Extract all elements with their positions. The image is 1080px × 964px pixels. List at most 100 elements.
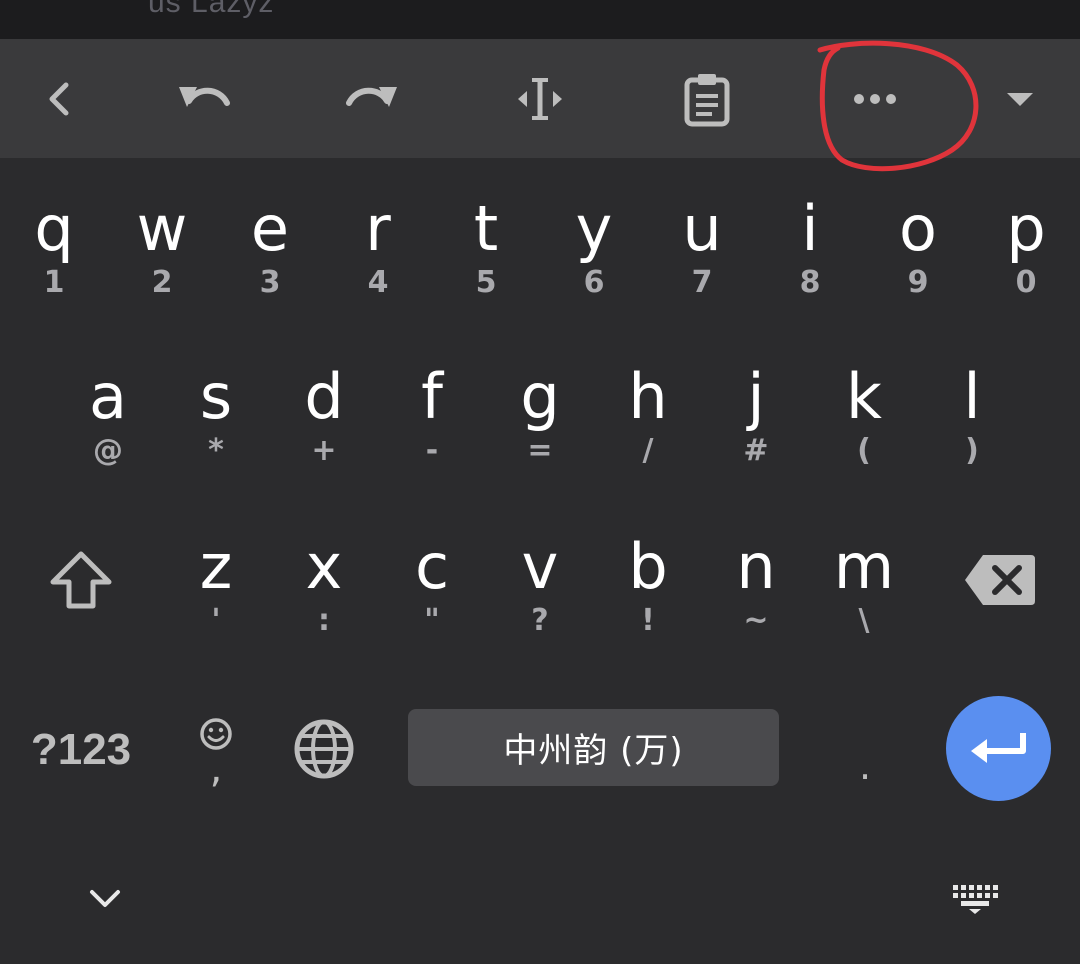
back-button[interactable]	[20, 39, 100, 158]
key-hint-label: (	[857, 433, 871, 468]
key-main-label: w	[136, 192, 188, 265]
key-f[interactable]: f -	[404, 366, 460, 466]
chevron-down-icon	[90, 890, 120, 907]
key-j[interactable]: j #	[728, 366, 784, 466]
key-hint-label: 6	[583, 265, 605, 300]
globe-icon	[294, 719, 354, 779]
keyboard-screen: us Lazyz q 1 w 2 e 3 r 4 t 5 y 6 u 7 i 8…	[0, 0, 1080, 964]
more-options-button[interactable]	[830, 39, 920, 158]
key-main-label: d	[304, 360, 344, 433]
redo-icon	[346, 86, 397, 107]
key-hint-label: 7	[691, 265, 713, 300]
language-switch-key[interactable]	[290, 715, 358, 783]
key-h[interactable]: h /	[620, 366, 676, 466]
hide-keyboard-button[interactable]	[80, 876, 130, 920]
clipboard-button[interactable]	[662, 39, 752, 158]
emoji-comma-key[interactable]: ,	[188, 706, 244, 798]
key-main-label: c	[414, 530, 450, 603]
partial-text: us Lazyz	[148, 0, 275, 19]
key-m[interactable]: m \	[828, 536, 900, 636]
key-v[interactable]: v ?	[512, 536, 568, 636]
key-main-label: v	[521, 530, 559, 603]
key-o[interactable]: o 9	[890, 198, 946, 298]
key-q[interactable]: q 1	[26, 198, 82, 298]
keyboard-icon	[953, 885, 998, 914]
collapse-toolbar-button[interactable]	[985, 39, 1055, 158]
key-main-label: k	[846, 360, 882, 433]
key-n[interactable]: n ~	[728, 536, 784, 636]
key-hint-label: \	[858, 603, 870, 638]
key-main-label: z	[199, 530, 233, 603]
key-main-label: f	[421, 360, 443, 433]
app-text-strip: us Lazyz	[0, 0, 1080, 39]
key-hint-label: !	[641, 603, 655, 638]
key-main-label: e	[250, 192, 290, 265]
key-k[interactable]: k (	[836, 366, 892, 466]
key-main-label: j	[747, 360, 765, 433]
key-r[interactable]: r 4	[350, 198, 406, 298]
key-y[interactable]: y 6	[566, 198, 622, 298]
key-hint-label: )	[965, 433, 979, 468]
key-main-label: p	[1006, 192, 1046, 265]
undo-button[interactable]	[160, 39, 250, 158]
key-i[interactable]: i 8	[782, 198, 838, 298]
key-w[interactable]: w 2	[130, 198, 194, 298]
key-s[interactable]: s *	[188, 366, 244, 466]
key-main-label: u	[682, 192, 722, 265]
space-bar[interactable]: 中州韵 (万)	[408, 709, 779, 786]
key-hint-label: +	[311, 433, 337, 468]
key-main-label: g	[520, 360, 560, 433]
switch-keyboard-button[interactable]	[946, 876, 1004, 920]
comma-label: ,	[209, 746, 223, 792]
key-main-label: a	[89, 360, 127, 433]
key-c[interactable]: c "	[404, 536, 460, 636]
key-main-label: s	[199, 360, 233, 433]
key-hint-label: 3	[259, 265, 281, 300]
key-hint-label: 4	[367, 265, 389, 300]
key-hint-label: '	[211, 603, 221, 638]
key-e[interactable]: e 3	[242, 198, 298, 298]
keyboard-toolbar	[0, 39, 1080, 158]
key-hint-label: 8	[799, 265, 821, 300]
key-hint-label: 1	[43, 265, 65, 300]
key-l[interactable]: l )	[944, 366, 1000, 466]
text-cursor-icon	[518, 77, 562, 120]
key-hint-label: 9	[907, 265, 929, 300]
key-hint-label: 2	[151, 265, 173, 300]
key-hint-label: /	[642, 433, 654, 468]
key-main-label: l	[963, 360, 981, 433]
key-hint-label: @	[93, 433, 123, 468]
symbols-key[interactable]: ?123	[22, 720, 140, 780]
key-main-label: y	[575, 192, 613, 265]
key-b[interactable]: b !	[620, 536, 676, 636]
backspace-icon	[965, 555, 1035, 605]
key-a[interactable]: a @	[80, 366, 136, 466]
key-g[interactable]: g =	[512, 366, 568, 466]
key-hint-label: -	[425, 433, 439, 468]
cursor-control-button[interactable]	[495, 39, 585, 158]
key-hint-label: *	[208, 433, 224, 468]
period-key[interactable]: .	[848, 744, 882, 788]
key-t[interactable]: t 5	[458, 198, 514, 298]
shift-arrow-icon	[50, 551, 112, 609]
backspace-key[interactable]	[958, 548, 1042, 612]
key-p[interactable]: p 0	[998, 198, 1054, 298]
key-z[interactable]: z '	[188, 536, 244, 636]
shift-key[interactable]	[36, 540, 126, 620]
key-main-label: b	[628, 530, 668, 603]
key-x[interactable]: x :	[296, 536, 352, 636]
key-hint-label: ~	[743, 603, 769, 638]
enter-key[interactable]	[946, 696, 1051, 801]
key-main-label: h	[628, 360, 668, 433]
key-main-label: t	[473, 192, 499, 265]
more-dots-icon	[854, 93, 896, 104]
key-hint-label: :	[318, 603, 330, 638]
key-main-label: r	[365, 192, 391, 265]
key-hint-label: #	[743, 433, 769, 468]
key-main-label: o	[899, 192, 937, 265]
key-main-label: x	[305, 530, 343, 603]
key-main-label: i	[801, 192, 819, 265]
redo-button[interactable]	[326, 39, 416, 158]
key-d[interactable]: d +	[296, 366, 352, 466]
key-u[interactable]: u 7	[674, 198, 730, 298]
